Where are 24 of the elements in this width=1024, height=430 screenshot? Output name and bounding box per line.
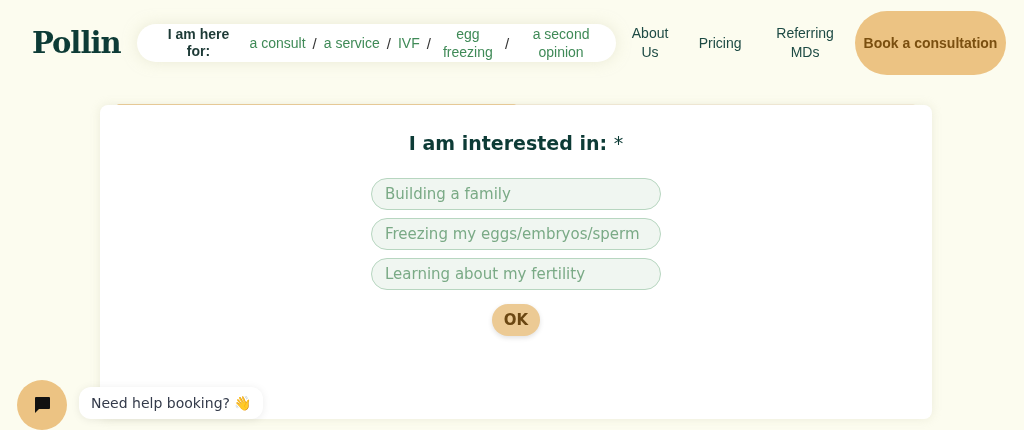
required-mark: * bbox=[613, 132, 624, 154]
chat-bubble-icon bbox=[33, 396, 51, 414]
logo[interactable]: Pollin bbox=[32, 26, 121, 60]
chat-bubble: Need help booking? 👋 bbox=[79, 387, 264, 419]
question-title: I am interested in: bbox=[408, 132, 608, 154]
separator: / bbox=[312, 34, 317, 52]
option-button[interactable]: Building a family bbox=[371, 178, 661, 210]
nav-link[interactable]: About Us bbox=[630, 24, 671, 62]
here-for-label: I am here for: bbox=[166, 26, 231, 60]
nav-link[interactable]: a consult bbox=[249, 34, 306, 52]
nav-link[interactable]: Referring MDs bbox=[770, 24, 841, 62]
option-button[interactable]: Learning about my fertility bbox=[371, 258, 661, 290]
nav-link[interactable]: a second opinion bbox=[516, 25, 607, 61]
separator: / bbox=[426, 34, 431, 52]
book-button[interactable]: Book a consultation bbox=[855, 11, 1006, 75]
chat-button[interactable] bbox=[17, 380, 67, 430]
nav-link[interactable]: egg freezing bbox=[437, 25, 498, 61]
separator: / bbox=[386, 34, 391, 52]
nav-link[interactable]: IVF bbox=[397, 34, 420, 52]
nav-link[interactable]: a service bbox=[323, 34, 380, 52]
separator: / bbox=[504, 34, 510, 52]
nav-link[interactable]: Pricing bbox=[696, 33, 745, 53]
ok-button[interactable]: OK bbox=[491, 304, 541, 336]
option-button[interactable]: Freezing my eggs/embryos/sperm bbox=[371, 218, 661, 250]
